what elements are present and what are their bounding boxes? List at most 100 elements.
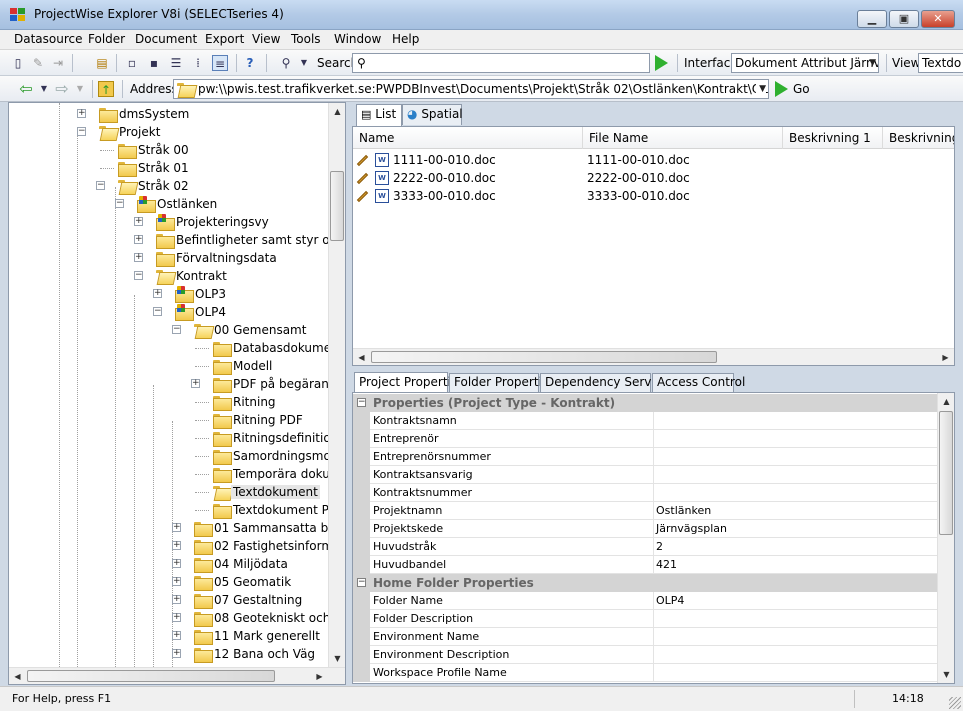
menu-document[interactable]: Document [135,32,197,46]
collapse-icon[interactable]: − [96,181,105,190]
property-value[interactable]: 2 [654,538,938,556]
property-value[interactable] [654,628,938,646]
run-search-icon[interactable] [655,55,668,71]
expand-icon[interactable]: + [153,289,162,298]
property-row[interactable]: Workspace Profile Name [353,664,938,682]
expand-icon[interactable]: + [134,235,143,244]
tab-list[interactable]: ▤ List [356,104,402,126]
property-row[interactable]: Huvudstråk 2 [353,538,938,556]
scroll-right-icon[interactable]: ▶ [937,349,954,365]
properties-grid[interactable]: − Properties (Project Type - Kontrakt) Kon… [352,392,955,684]
new-document-icon[interactable]: ▯ [10,55,26,71]
scroll-left-icon[interactable]: ◀ [353,349,370,365]
tab-access-control[interactable]: Access Control [652,373,745,392]
expand-icon[interactable]: + [77,109,86,118]
scroll-left-icon[interactable]: ◀ [9,668,26,684]
property-row[interactable]: Kontraktsansvarig [353,466,938,484]
collapse-icon[interactable]: − [172,325,181,334]
scroll-up-icon[interactable]: ▲ [938,393,954,410]
expand-icon[interactable]: + [134,217,143,226]
go-icon[interactable] [775,81,788,97]
datasource-icon[interactable]: ▤ [94,55,110,71]
collapse-icon[interactable]: − [77,127,86,136]
document-row[interactable]: W 2222-00-010.doc 2222-00-010.doc [353,169,953,187]
scroll-down-icon[interactable]: ▼ [329,650,345,667]
property-row[interactable]: Folder Name OLP4 [353,592,938,610]
list-horizontal-scrollbar[interactable]: ◀ ▶ [353,348,954,365]
tab-project-properties[interactable]: Project Properties [354,372,465,392]
menu-view[interactable]: View [252,32,280,46]
document-row[interactable]: W 3333-00-010.doc 3333-00-010.doc [353,187,953,205]
edit-icon[interactable]: ✎ [30,55,46,71]
column-file-name[interactable]: File Name [583,127,783,149]
forward-arrow-icon[interactable]: ⇨ [54,81,70,97]
menu-export[interactable]: Export [205,32,244,46]
property-value[interactable] [654,484,938,502]
property-value[interactable] [654,466,938,484]
resize-grip-icon[interactable] [949,697,961,709]
scroll-down-icon[interactable]: ▼ [938,666,954,683]
property-value[interactable] [654,448,938,466]
property-value[interactable] [654,646,938,664]
property-row[interactable]: Projektskede Järnvägsplan [353,520,938,538]
minimize-button[interactable]: ▁ [857,10,887,28]
scroll-thumb[interactable] [939,411,953,535]
search-input[interactable]: ⚲ [352,53,650,73]
property-row[interactable]: Kontraktsnamn [353,412,938,430]
document-row[interactable]: W 1111-00-010.doc 1111-00-010.doc [353,151,953,169]
property-value[interactable] [654,610,938,628]
column-name[interactable]: Name [353,127,583,149]
property-row[interactable]: Huvudbandel 421 [353,556,938,574]
expand-icon[interactable]: + [172,523,181,532]
menu-tools[interactable]: Tools [291,32,321,46]
help-icon[interactable]: ? [242,55,258,71]
menu-help[interactable]: Help [392,32,419,46]
menu-datasource[interactable]: Datasource [14,32,83,46]
expand-icon[interactable]: + [172,649,181,658]
tab-dependency-service[interactable]: Dependency Service [540,373,669,392]
tree-vertical-scrollbar[interactable]: ▲ ▼ [328,103,345,667]
address-input[interactable]: pw:\\pwis.test.trafikverket.se:PWPDBInve… [173,79,769,99]
property-value[interactable] [654,664,938,682]
property-group-header[interactable]: − Home Folder Properties [353,574,938,592]
collapse-icon[interactable]: − [153,307,162,316]
property-row[interactable]: Folder Description [353,610,938,628]
property-row[interactable]: Kontraktsnummer [353,484,938,502]
expand-icon[interactable]: + [191,379,200,388]
scroll-thumb[interactable] [371,351,717,363]
chevron-down-icon[interactable]: ▼ [72,81,88,97]
column-beskrivning-1[interactable]: Beskrivning 1 [783,127,883,149]
scroll-up-icon[interactable]: ▲ [329,103,345,120]
chevron-down-icon[interactable]: ▼ [296,55,312,71]
property-row[interactable]: Environment Name [353,628,938,646]
properties-vertical-scrollbar[interactable]: ▲ ▼ [937,393,954,683]
expand-icon[interactable]: + [172,577,181,586]
property-value[interactable]: OLP4 [654,592,938,610]
list-view-icon[interactable]: ☰ [168,55,184,71]
property-value[interactable] [654,430,938,448]
collapse-icon[interactable]: − [357,578,366,587]
tab-spatial[interactable]: ◕ Spatial [402,104,463,125]
expand-icon[interactable]: + [134,253,143,262]
go-button[interactable]: Go [793,82,810,96]
interface-select[interactable]: Dokument Attribut Järnv ▼ [731,53,879,73]
expand-icon[interactable]: + [172,559,181,568]
collapse-icon[interactable]: − [357,398,366,407]
back-arrow-icon[interactable]: ⇦ [18,81,34,97]
expand-icon[interactable]: + [172,631,181,640]
scroll-thumb[interactable] [330,171,344,241]
collapse-icon[interactable]: − [115,199,124,208]
property-row[interactable]: Environment Description [353,646,938,664]
folder-tree[interactable]: dmsSystem + Projekt − Stråk 00 Stråk 01 Stråk … [8,102,346,685]
menu-folder[interactable]: Folder [88,32,125,46]
details-view-icon[interactable]: ≡ [212,55,228,71]
up-folder-icon[interactable]: ↑ [98,81,114,97]
property-value[interactable] [654,412,938,430]
property-value[interactable]: Ostlänken [654,502,938,520]
maximize-button[interactable]: ▣ [889,10,919,28]
property-row[interactable]: Projektnamn Ostlänken [353,502,938,520]
small-icons-view-icon[interactable]: ▪ [146,55,162,71]
column-beskrivning-2[interactable]: Beskrivning 2 [883,127,954,149]
property-row[interactable]: Entreprenör [353,430,938,448]
tree-horizontal-scrollbar[interactable]: ◀ ▶ [9,667,345,684]
